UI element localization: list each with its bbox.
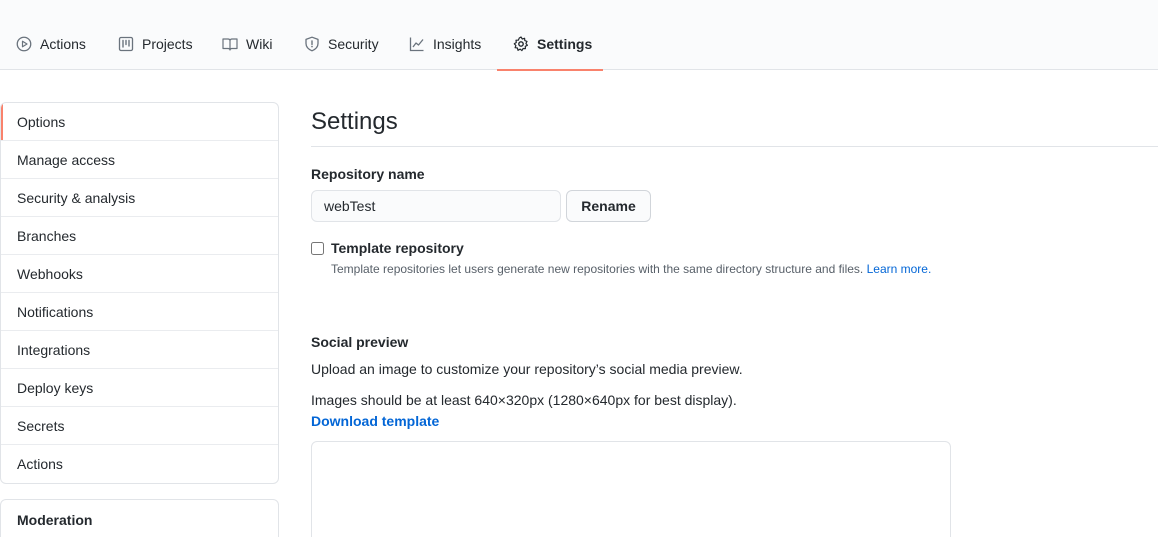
template-repository-label: Template repository	[331, 240, 464, 256]
sidebar-item-branches[interactable]: Branches	[1, 217, 278, 255]
tab-insights[interactable]: Insights	[409, 22, 481, 70]
template-repository-checkbox[interactable]	[311, 242, 324, 255]
moderation-menu: Moderation	[0, 499, 279, 537]
tab-actions[interactable]: Actions	[16, 22, 86, 70]
tab-label: Actions	[40, 36, 86, 52]
title-divider	[311, 146, 1158, 147]
tab-label: Settings	[537, 36, 593, 52]
sidebar-item-secrets[interactable]: Secrets	[1, 407, 278, 445]
social-preview-heading: Social preview	[311, 334, 409, 350]
tab-security[interactable]: Security	[304, 22, 379, 70]
tab-projects[interactable]: Projects	[118, 22, 193, 70]
tab-label: Security	[328, 36, 379, 52]
download-template-link[interactable]: Download template	[311, 413, 439, 429]
template-repository-note: Template repositories let users generate…	[331, 262, 931, 276]
sidebar-item-manage-access[interactable]: Manage access	[1, 141, 278, 179]
sidebar-item-deploy-keys[interactable]: Deploy keys	[1, 369, 278, 407]
sidebar-item-integrations[interactable]: Integrations	[1, 331, 278, 369]
moderation-heading: Moderation	[17, 512, 93, 528]
play-icon	[16, 36, 32, 52]
tab-settings[interactable]: Settings	[497, 22, 603, 71]
tab-label: Wiki	[246, 36, 273, 52]
page-title: Settings	[311, 108, 398, 135]
learn-more-link[interactable]: Learn more.	[867, 262, 932, 276]
rename-button[interactable]: Rename	[566, 190, 651, 222]
sidebar-item-security-analysis[interactable]: Security & analysis	[1, 179, 278, 217]
repo-name-label: Repository name	[311, 166, 425, 182]
repo-tab-bar: Actions Projects Wiki Security Insights …	[0, 0, 1158, 71]
sidebar-item-options[interactable]: Options	[1, 103, 278, 141]
graph-icon	[409, 36, 425, 52]
repo-name-input[interactable]	[311, 190, 561, 222]
project-board-icon	[118, 36, 134, 52]
sidebar-item-webhooks[interactable]: Webhooks	[1, 255, 278, 293]
book-icon	[222, 36, 238, 52]
sidebar-item-notifications[interactable]: Notifications	[1, 293, 278, 331]
tab-label: Insights	[433, 36, 482, 52]
settings-sidebar-menu: Options Manage access Security & analysi…	[0, 102, 279, 484]
social-preview-description: Upload an image to customize your reposi…	[311, 361, 743, 377]
sidebar-item-actions[interactable]: Actions	[1, 445, 278, 483]
template-note-text: Template repositories let users generate…	[331, 262, 864, 276]
tab-wiki[interactable]: Wiki	[222, 22, 272, 70]
tab-label: Projects	[142, 36, 193, 52]
social-preview-image-box[interactable]	[311, 441, 951, 537]
gear-icon	[513, 36, 529, 52]
social-preview-size-hint: Images should be at least 640×320px (128…	[311, 392, 737, 408]
shield-icon	[304, 36, 320, 52]
